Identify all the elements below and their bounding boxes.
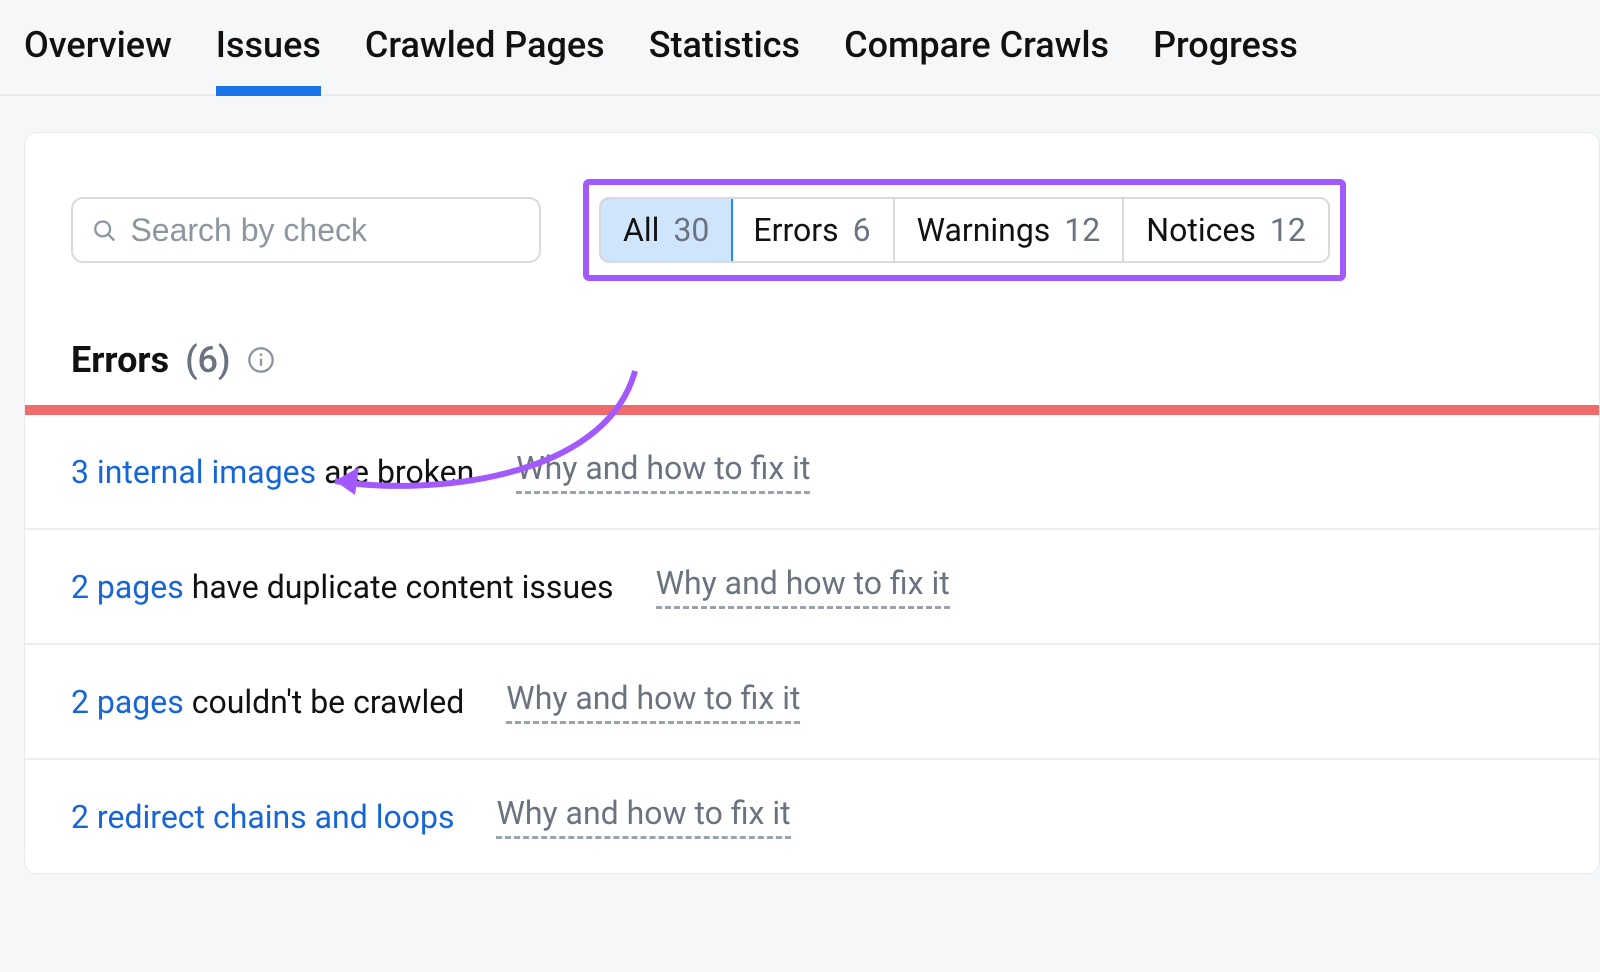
issue-link[interactable]: 2 pages [71, 683, 184, 721]
section-count: (6) [185, 339, 231, 381]
section-heading: Errors (6) [25, 295, 1599, 405]
issue-description: 2 redirect chains and loops [71, 798, 454, 836]
issue-description: 2 pages couldn't be crawled [71, 683, 464, 721]
tab-overview[interactable]: Overview [24, 24, 172, 94]
search-icon [91, 216, 116, 244]
fix-link[interactable]: Why and how to fix it [516, 449, 810, 494]
issue-link[interactable]: 2 pages [71, 568, 184, 606]
tab-crawled-pages[interactable]: Crawled Pages [365, 24, 605, 94]
filter-count: 12 [1064, 211, 1100, 249]
issue-row: 2 redirect chains and loops Why and how … [25, 760, 1599, 873]
filter-segmented: All 30 Errors 6 Warnings 12 Notices 12 [599, 197, 1330, 263]
tab-statistics[interactable]: Statistics [649, 24, 800, 94]
filter-all[interactable]: All 30 [599, 197, 733, 263]
search-input[interactable] [130, 212, 521, 249]
issue-link[interactable]: 2 redirect chains and loops [71, 798, 454, 836]
fix-link[interactable]: Why and how to fix it [656, 564, 950, 609]
top-nav: Overview Issues Crawled Pages Statistics… [0, 0, 1600, 96]
filter-notices[interactable]: Notices 12 [1124, 199, 1328, 261]
fix-link[interactable]: Why and how to fix it [506, 679, 800, 724]
filter-label: Notices [1146, 211, 1256, 249]
issue-row: 2 pages couldn't be crawled Why and how … [25, 645, 1599, 760]
info-icon[interactable] [247, 346, 275, 374]
search-input-wrap[interactable] [71, 197, 541, 263]
issue-row: 2 pages have duplicate content issues Wh… [25, 530, 1599, 645]
filter-label: Errors [753, 211, 838, 249]
issue-row: 3 internal images are broken Why and how… [25, 415, 1599, 530]
issues-panel: All 30 Errors 6 Warnings 12 Notices 12 [24, 132, 1600, 874]
issue-description: 3 internal images are broken [71, 453, 474, 491]
filter-count: 30 [673, 211, 709, 249]
filter-errors[interactable]: Errors 6 [731, 199, 894, 261]
filter-label: All [623, 211, 659, 249]
filter-count: 12 [1270, 211, 1306, 249]
tab-issues[interactable]: Issues [216, 24, 321, 94]
filter-highlight-box: All 30 Errors 6 Warnings 12 Notices 12 [583, 179, 1346, 281]
filter-label: Warnings [917, 211, 1051, 249]
issue-description: 2 pages have duplicate content issues [71, 568, 614, 606]
severity-bar [25, 405, 1599, 415]
issue-rest: couldn't be crawled [184, 683, 465, 721]
tab-compare-crawls[interactable]: Compare Crawls [844, 24, 1109, 94]
toolbar: All 30 Errors 6 Warnings 12 Notices 12 [25, 133, 1599, 295]
filter-count: 6 [853, 211, 871, 249]
section-title: Errors [71, 339, 169, 381]
issue-rest: have duplicate content issues [184, 568, 614, 606]
filter-warnings[interactable]: Warnings 12 [895, 199, 1125, 261]
issue-rest: are broken [316, 453, 474, 491]
tab-progress[interactable]: Progress [1153, 24, 1298, 94]
fix-link[interactable]: Why and how to fix it [496, 794, 790, 839]
issue-link[interactable]: 3 internal images [71, 453, 316, 491]
